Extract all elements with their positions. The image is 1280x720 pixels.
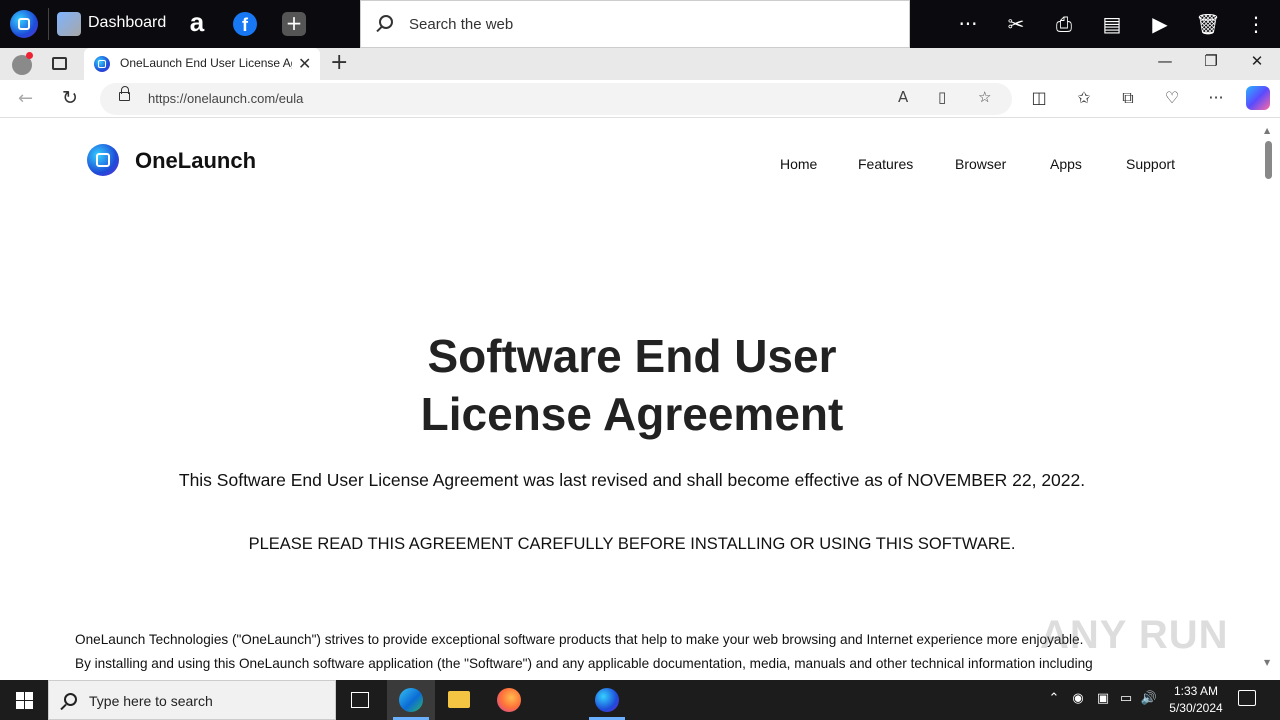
task-view-icon[interactable] bbox=[336, 680, 384, 720]
nav-features[interactable]: Features bbox=[858, 156, 913, 172]
edge-icon[interactable] bbox=[387, 680, 435, 720]
title-line-1: Software End User bbox=[427, 330, 837, 382]
split-screen-icon[interactable]: ◫ bbox=[1027, 88, 1051, 107]
read-carefully-notice: PLEASE READ THIS AGREEMENT CAREFULLY BEF… bbox=[248, 535, 1016, 553]
favorite-star-icon[interactable]: ☆ bbox=[978, 88, 991, 106]
device-icon[interactable]: ▣ bbox=[1093, 691, 1113, 706]
print-icon[interactable]: ⎙ bbox=[1048, 8, 1080, 40]
onelaunch-brand-logo-icon[interactable] bbox=[87, 144, 119, 176]
onelaunch-logo-icon[interactable] bbox=[10, 10, 38, 38]
close-tab-icon[interactable]: ✕ bbox=[298, 54, 311, 73]
profile-icon[interactable] bbox=[12, 52, 33, 75]
nav-browser[interactable]: Browser bbox=[955, 156, 1006, 172]
back-icon[interactable]: ← bbox=[18, 88, 33, 109]
favicon-icon bbox=[94, 56, 110, 72]
web-search-bar[interactable]: Search the web bbox=[360, 0, 910, 48]
onelaunch-bar: Dashboard a f + Search the web ··· ✂ ⎙ ▤… bbox=[0, 0, 1280, 48]
address-bar[interactable]: https://onelaunch.com/eula A ▯ ☆ bbox=[100, 83, 1012, 115]
dashboard-icon[interactable] bbox=[57, 12, 81, 36]
add-shortcut-button[interactable]: + bbox=[282, 12, 306, 36]
clock-date: 5/30/2024 bbox=[1169, 701, 1223, 715]
nav-support[interactable]: Support bbox=[1126, 156, 1175, 172]
close-window-button[interactable]: ✕ bbox=[1242, 52, 1272, 70]
nav-home[interactable]: Home bbox=[780, 156, 817, 172]
url-text[interactable]: https://onelaunch.com/eula bbox=[148, 91, 303, 106]
search-icon bbox=[379, 15, 393, 29]
browser-essentials-icon[interactable]: ♡ bbox=[1160, 88, 1184, 107]
tab-actions-icon[interactable] bbox=[52, 57, 67, 70]
favorites-icon[interactable]: ✩ bbox=[1072, 88, 1096, 107]
scroll-down-icon[interactable]: ▼ bbox=[1264, 658, 1270, 667]
tab-strip: OneLaunch End User License Agreement ✕ +… bbox=[0, 48, 1280, 80]
scrollbar-thumb[interactable] bbox=[1265, 141, 1272, 179]
scrollbar[interactable] bbox=[1260, 119, 1278, 676]
reload-icon[interactable]: ↻ bbox=[62, 87, 78, 109]
taskbar-search-placeholder: Type here to search bbox=[89, 693, 213, 709]
windows-start-icon[interactable] bbox=[16, 692, 33, 709]
title-line-2: License Agreement bbox=[420, 388, 844, 440]
search-icon bbox=[64, 693, 77, 706]
read-aloud-icon[interactable]: A bbox=[898, 88, 908, 106]
settings-more-icon[interactable]: ··· bbox=[1204, 88, 1228, 107]
amazon-icon[interactable]: a bbox=[184, 9, 210, 39]
tab-eula[interactable]: OneLaunch End User License Agreement ✕ bbox=[84, 48, 320, 80]
file-explorer-icon[interactable] bbox=[435, 680, 483, 720]
clock-time: 1:33 AM bbox=[1173, 684, 1219, 698]
copilot-icon[interactable] bbox=[1246, 86, 1270, 110]
taskbar-search[interactable]: Type here to search bbox=[48, 680, 336, 720]
taskbar: Type here to search ⌃ ◉ ▣ ▭ 🔊 1:33 AM 5/… bbox=[0, 680, 1280, 720]
revised-date-text: This Software End User License Agreement… bbox=[178, 470, 1086, 490]
kebab-icon[interactable]: ⋮ bbox=[1240, 8, 1272, 40]
agreement-body: OneLaunch Technologies ("OneLaunch") str… bbox=[75, 628, 1190, 676]
minimize-button[interactable]: — bbox=[1150, 52, 1180, 70]
paragraph-line: By installing and using this OneLaunch s… bbox=[75, 656, 1093, 671]
chevron-up-icon[interactable]: ⌃ bbox=[1044, 691, 1064, 706]
web-page: OneLaunch Home Features Browser Apps Sup… bbox=[4, 119, 1260, 676]
new-tab-button[interactable]: + bbox=[330, 50, 348, 75]
watermark: ANY RUN bbox=[1040, 613, 1229, 657]
onelaunch-tray-icon[interactable]: ◉ bbox=[1068, 691, 1088, 706]
collections-icon[interactable]: ⧉ bbox=[1116, 88, 1140, 108]
notification-icon[interactable] bbox=[1238, 690, 1256, 706]
navigation-bar: ← ↻ https://onelaunch.com/eula A ▯ ☆ ◫ ✩… bbox=[0, 80, 1280, 118]
web-search-placeholder: Search the web bbox=[409, 16, 514, 33]
clipboard-icon[interactable]: ▤ bbox=[1096, 8, 1128, 40]
volume-icon[interactable]: 🔊 bbox=[1139, 691, 1159, 706]
restore-button[interactable]: ❐ bbox=[1196, 52, 1226, 70]
facebook-icon[interactable]: f bbox=[233, 12, 257, 36]
paragraph-line: OneLaunch Technologies ("OneLaunch") str… bbox=[75, 632, 1084, 647]
dashboard-label[interactable]: Dashboard bbox=[88, 14, 166, 32]
divider bbox=[48, 8, 49, 40]
immersive-reader-icon[interactable]: ▯ bbox=[938, 88, 946, 106]
page-title: Software End User License Agreement bbox=[4, 327, 1260, 443]
play-icon[interactable]: ▶ bbox=[1144, 8, 1176, 40]
onelaunch-taskbar-icon[interactable] bbox=[583, 680, 631, 720]
trash-icon[interactable]: 🗑 bbox=[1192, 8, 1224, 40]
network-icon[interactable]: ▭ bbox=[1116, 691, 1136, 706]
lock-icon[interactable] bbox=[119, 86, 130, 101]
scroll-up-icon[interactable]: ▲ bbox=[1264, 126, 1270, 135]
firefox-icon[interactable] bbox=[485, 680, 533, 720]
scissors-icon[interactable]: ✂ bbox=[1000, 8, 1032, 40]
nav-apps[interactable]: Apps bbox=[1050, 156, 1082, 172]
tab-title: OneLaunch End User License Agreement bbox=[120, 56, 292, 70]
clock[interactable]: 1:33 AM 5/30/2024 bbox=[1160, 683, 1232, 717]
brand-name[interactable]: OneLaunch bbox=[135, 148, 256, 174]
more-icon[interactable]: ··· bbox=[952, 8, 984, 40]
